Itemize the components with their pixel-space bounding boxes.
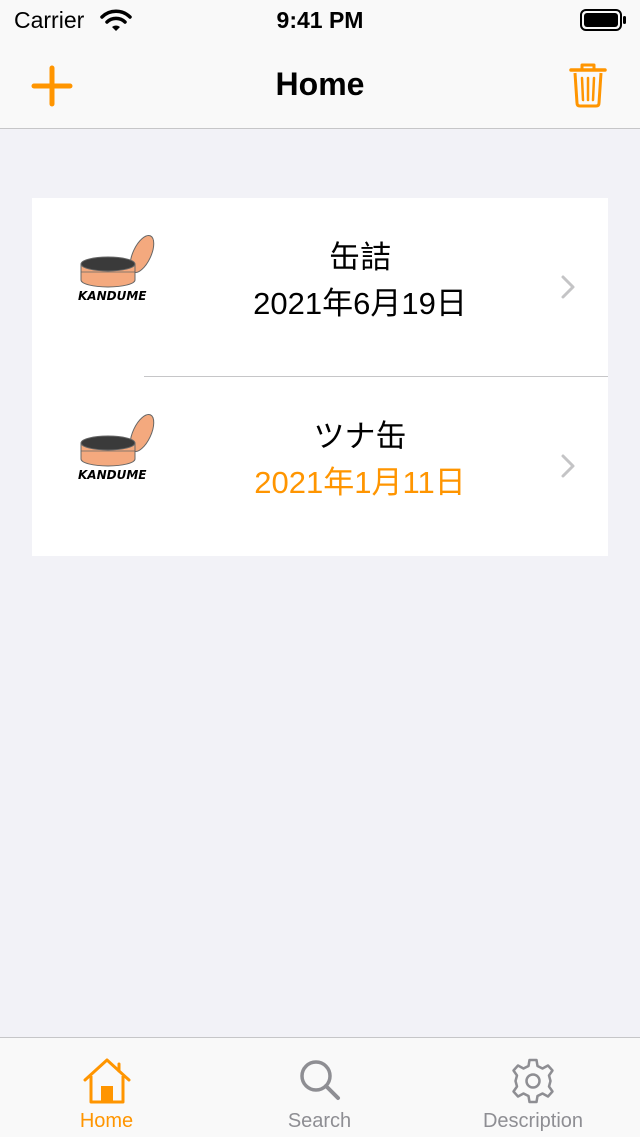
status-bar: Carrier 9:41 PM bbox=[0, 0, 640, 40]
can-logo-icon: KANDUME bbox=[78, 413, 155, 482]
list-item[interactable]: KANDUME 缶詰 2021年6月19日 bbox=[32, 198, 608, 376]
item-title: 缶詰 bbox=[329, 240, 391, 275]
tab-label: Home bbox=[79, 1110, 134, 1132]
search-icon bbox=[299, 1060, 340, 1100]
tab-home[interactable]: Home bbox=[0, 1038, 213, 1137]
tab-bar: Home Search Description bbox=[0, 1037, 640, 1137]
battery-icon bbox=[580, 9, 626, 31]
list-item[interactable]: KANDUME ツナ缶 2021年1月11日 bbox=[32, 377, 608, 555]
item-date: 2021年6月19日 bbox=[253, 286, 467, 321]
tab-label: Description bbox=[482, 1110, 584, 1132]
trash-icon[interactable] bbox=[568, 62, 608, 108]
gear-icon bbox=[512, 1058, 554, 1104]
can-logo-icon: KANDUME bbox=[78, 234, 155, 303]
status-time: 9:41 PM bbox=[276, 7, 364, 33]
chevron-right-icon bbox=[561, 454, 575, 478]
home-icon bbox=[83, 1058, 130, 1104]
chevron-right-icon bbox=[561, 275, 575, 299]
tab-search[interactable]: Search bbox=[213, 1038, 426, 1137]
svg-text:KANDUME: KANDUME bbox=[78, 468, 147, 482]
item-list: KANDUME 缶詰 2021年6月19日 KANDUME ツナ缶 2021年1… bbox=[32, 198, 608, 556]
item-title: ツナ缶 bbox=[313, 419, 407, 454]
svg-text:KANDUME: KANDUME bbox=[78, 289, 147, 303]
navigation-bar: Home bbox=[0, 40, 640, 129]
tab-label: Search bbox=[287, 1110, 352, 1132]
tab-description[interactable]: Description bbox=[426, 1038, 640, 1137]
page-title: Home bbox=[275, 66, 365, 102]
item-date: 2021年1月11日 bbox=[254, 465, 466, 500]
